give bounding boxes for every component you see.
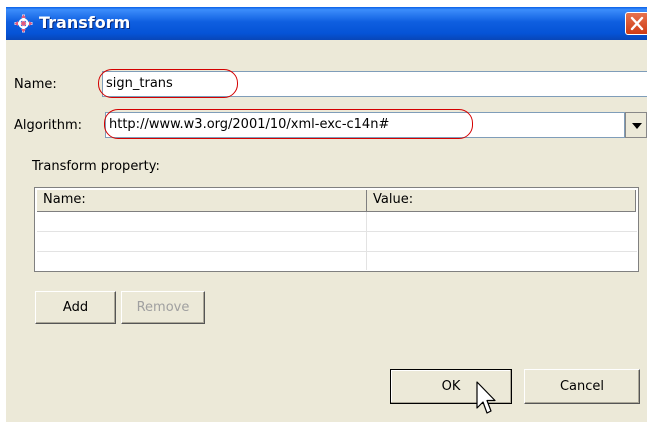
algorithm-label: Algorithm: bbox=[14, 118, 83, 133]
close-button[interactable] bbox=[625, 12, 647, 35]
table-row[interactable] bbox=[37, 252, 637, 272]
transform-property-label: Transform property: bbox=[32, 159, 160, 174]
title-bar[interactable]: Transform bbox=[6, 7, 647, 40]
algorithm-highlight-ring bbox=[104, 109, 473, 139]
transform-dialog: Transform Name: sign_trans Algorithm: ht… bbox=[6, 7, 647, 422]
table-row[interactable] bbox=[37, 232, 637, 252]
transform-property-table[interactable]: Name: Value: bbox=[34, 187, 639, 272]
mouse-pointer-icon bbox=[476, 381, 496, 414]
name-highlight-ring bbox=[98, 69, 238, 98]
column-header-value[interactable]: Value: bbox=[367, 190, 636, 212]
table-column-divider bbox=[366, 212, 367, 270]
table-row[interactable] bbox=[37, 212, 637, 232]
column-header-name[interactable]: Name: bbox=[37, 190, 367, 212]
remove-button[interactable]: Remove bbox=[121, 291, 205, 324]
add-button[interactable]: Add bbox=[35, 291, 116, 324]
chevron-down-icon bbox=[632, 123, 642, 129]
algorithm-dropdown-button[interactable] bbox=[625, 112, 647, 138]
name-label: Name: bbox=[14, 77, 57, 92]
cancel-button[interactable]: Cancel bbox=[524, 369, 640, 404]
close-icon bbox=[630, 16, 644, 31]
transform-cross-icon bbox=[14, 14, 33, 33]
window-title: Transform bbox=[39, 13, 131, 32]
